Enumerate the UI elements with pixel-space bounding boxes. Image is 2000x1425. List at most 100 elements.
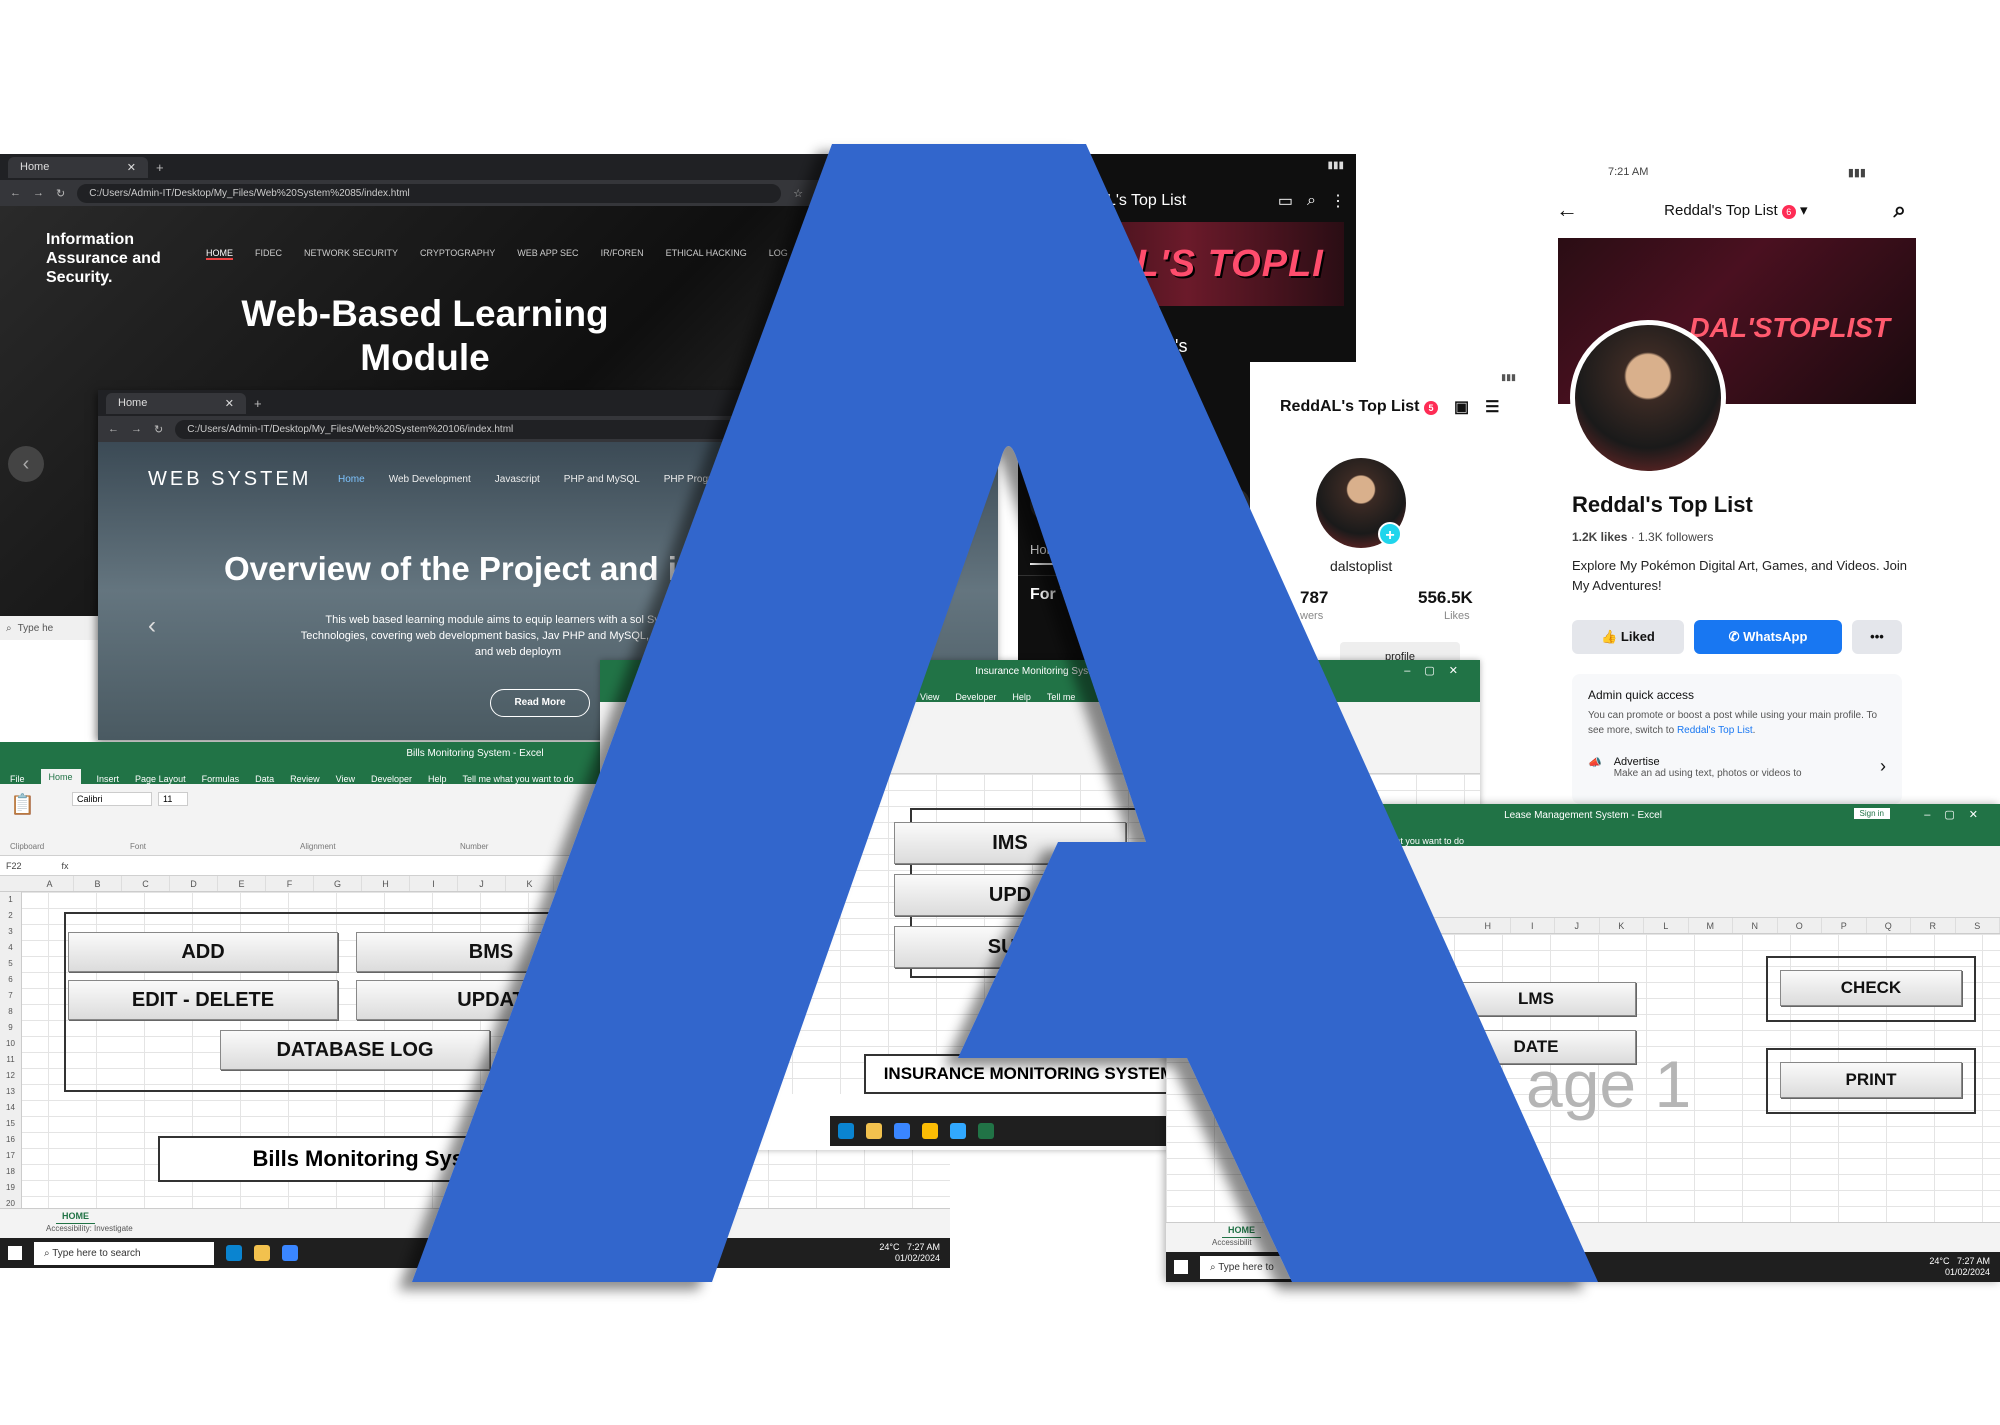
advertise-row[interactable]: 📣 Advertise Make an ad using text, photo… [1588,756,1886,779]
col-header[interactable]: N [1733,918,1778,933]
edge-icon[interactable] [838,1123,854,1139]
col-header[interactable]: I [1511,918,1555,933]
file-explorer-icon[interactable] [866,1123,882,1139]
check-button[interactable]: CHECK [1780,970,1962,1006]
chevron-right-icon[interactable]: › [1880,756,1886,779]
nav-item[interactable]: Home [338,474,365,485]
tab-help[interactable]: Help [428,774,447,784]
nav-item[interactable]: LOG [769,248,788,260]
col-header[interactable]: J [458,876,506,891]
col-header[interactable]: S [1956,918,2000,933]
back-icon[interactable]: ← [10,187,21,199]
col-header[interactable]: G [314,876,362,891]
tab-data[interactable]: Data [255,774,274,784]
mail-icon[interactable] [282,1245,298,1261]
nav-item[interactable]: IR/FOREN [601,248,644,260]
new-tab-icon[interactable]: + [156,160,164,175]
col-header[interactable]: K [506,876,554,891]
col-header[interactable]: R [1911,918,1956,933]
search-icon[interactable]: ⌕ [1894,197,1906,223]
tab-home[interactable]: Home [1030,542,1065,565]
nav-item[interactable]: HOME [206,248,233,260]
accessibility-status[interactable]: Accessibility: Investigate [46,1224,133,1233]
font-size-select[interactable]: 11 [158,792,188,806]
chrome-icon[interactable] [922,1123,938,1139]
likes-count[interactable]: 1.2K likes [1572,530,1627,544]
system-tray[interactable]: 24°C 7:27 AM 01/02/2024 [1929,1256,2000,1278]
forward-icon[interactable]: → [131,423,142,435]
tab-help[interactable]: Help [1012,692,1031,702]
carousel-prev-icon[interactable]: ‹ [8,446,44,482]
signin-button[interactable]: Sign in [1853,808,1890,819]
col-header[interactable]: Q [1867,918,1911,933]
photoshop-icon[interactable] [1392,1259,1408,1275]
nav-item[interactable]: Web Development [389,474,471,485]
update-button[interactable]: UPD [894,874,1126,916]
system-tray[interactable]: 24°C 7:27 AM 01/02/2024 [879,1242,950,1264]
nav-item[interactable]: PHP and MySQL [564,474,640,485]
tell-me-input[interactable]: Tell me [1047,692,1076,702]
search-icon[interactable]: ⌕ [1307,192,1316,210]
nav-item[interactable]: PHP Program [664,474,726,485]
tab-view[interactable]: View [336,774,355,784]
calendar-icon[interactable]: ▣ [1454,397,1469,417]
col-header[interactable]: H [362,876,410,891]
summary-button[interactable]: SUM [894,926,1126,968]
add-icon[interactable]: + [1378,522,1402,546]
file-explorer-icon[interactable] [254,1245,270,1261]
avatar[interactable] [1032,330,1102,400]
excel-icon[interactable] [1420,1259,1436,1275]
name-box[interactable]: F22 [6,861,22,871]
window-controls[interactable]: –▢✕ [1404,664,1472,677]
site-logo[interactable]: Information Assurance and Security. [46,230,176,287]
edge-icon[interactable] [226,1245,242,1261]
col-header[interactable]: J [1555,918,1600,933]
channel-link[interactable]: web.facebook.com/@redd [1032,464,1137,474]
browser-tab[interactable]: Home ✕ [106,392,246,414]
nav-item[interactable]: FIDEC [255,248,282,260]
window-controls[interactable]: –▢✕ [1924,808,1992,821]
manage-button[interactable]: Mana [1030,488,1250,520]
menu-icon[interactable]: ☰ [1485,397,1499,417]
ims-button[interactable]: IMS [894,822,1126,864]
forward-icon[interactable]: → [33,187,44,199]
download-icon[interactable]: ⤓ [815,187,820,200]
back-icon[interactable]: ← [1556,197,1578,223]
photoshop-icon[interactable] [950,1123,966,1139]
carousel-prev-icon[interactable]: ‹ [148,612,156,640]
new-tab-icon[interactable]: + [254,396,262,411]
windows-start-icon[interactable] [1174,1260,1188,1274]
col-header[interactable]: M [1689,918,1733,933]
tab-home[interactable]: Home [40,769,81,784]
taskbar-search[interactable]: ⌕ Type here to [1200,1255,1380,1279]
excel-icon[interactable] [978,1123,994,1139]
reload-icon[interactable]: ↻ [56,187,65,200]
close-icon[interactable]: ✕ [127,161,136,174]
print-button[interactable]: PRINT [1780,1062,1962,1098]
taskbar-search[interactable]: ⌕ Type here to search [34,1241,214,1265]
reload-icon[interactable]: ↻ [154,423,163,436]
function-icon[interactable]: fx [62,861,69,871]
read-more-button[interactable]: Read More [490,689,590,717]
col-header[interactable]: A [26,876,74,891]
cast-icon[interactable]: ▭ [1278,191,1293,211]
tab-review[interactable]: Review [290,774,320,784]
tab-view[interactable]: View [1226,836,1245,846]
sheet-tab-home[interactable]: HOME [1222,1223,1261,1239]
whatsapp-button[interactable]: ✆ WhatsApp [1694,620,1842,654]
star-icon[interactable]: ☆ [793,187,803,200]
tell-me-input[interactable]: Tell me what you want to do [463,774,574,784]
mail-icon[interactable] [894,1123,910,1139]
avatar[interactable] [1570,320,1726,476]
tab-developer[interactable]: Developer [371,774,412,784]
add-button[interactable]: ADD [68,932,338,972]
col-header[interactable]: C [122,876,170,891]
nav-item[interactable]: CRYPTOGRAPHY [420,248,495,260]
site-brand[interactable]: WEB SYSTEM [148,468,311,491]
tab-help[interactable]: Help [1318,836,1337,846]
database-log-button[interactable]: DATABASE LOG [220,1030,490,1070]
tab-insert[interactable]: Insert [97,774,120,784]
col-header[interactable]: B [74,876,122,891]
lms-button[interactable]: LMS [1436,982,1636,1016]
update-button[interactable]: DATE [1436,1030,1636,1064]
